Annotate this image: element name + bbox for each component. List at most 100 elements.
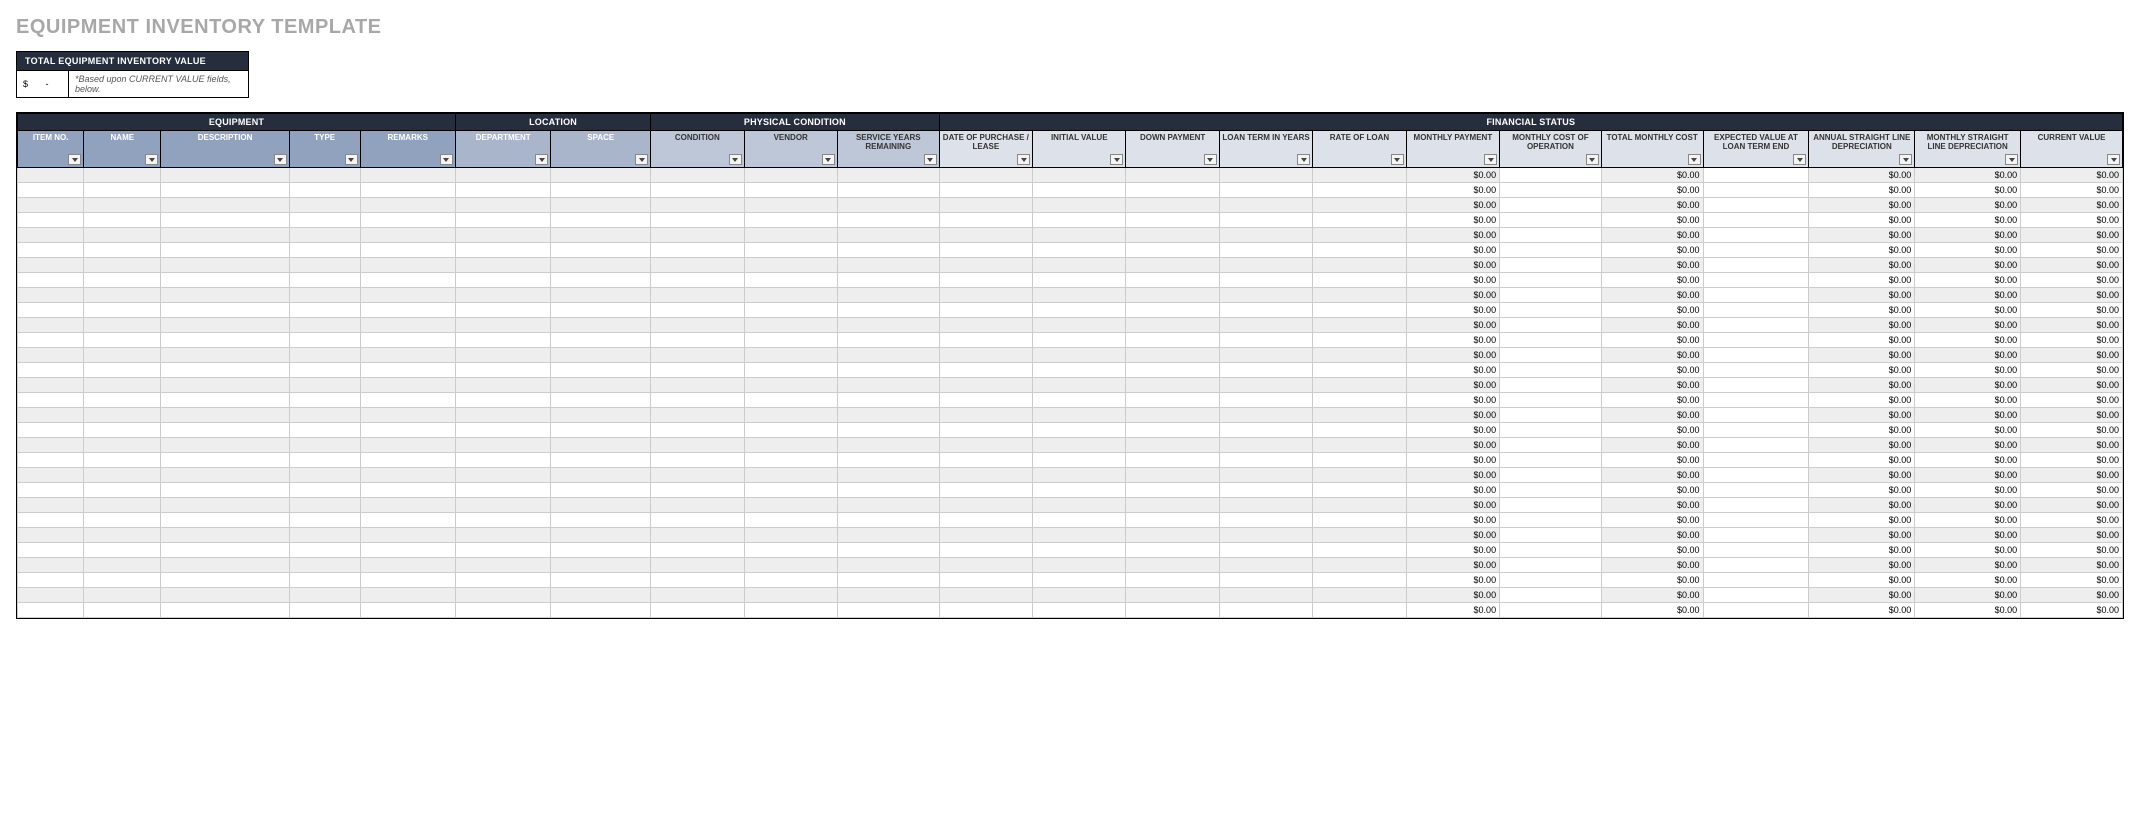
cell-annual-sl-dep[interactable]: $0.00 xyxy=(1809,228,1915,243)
filter-dropdown-icon[interactable] xyxy=(1899,154,1912,165)
cell-current-value[interactable]: $0.00 xyxy=(2021,258,2123,273)
data-cell[interactable] xyxy=(18,288,84,303)
filter-dropdown-icon[interactable] xyxy=(1586,154,1599,165)
data-cell[interactable] xyxy=(551,288,651,303)
cell-current-value[interactable]: $0.00 xyxy=(2021,363,2123,378)
data-cell[interactable] xyxy=(18,603,84,618)
data-cell[interactable] xyxy=(360,558,455,573)
filter-dropdown-icon[interactable] xyxy=(440,154,453,165)
cell-current-value[interactable]: $0.00 xyxy=(2021,603,2123,618)
data-cell[interactable] xyxy=(1313,603,1406,618)
summary-value-cell[interactable]: $ - xyxy=(17,71,69,98)
cell-monthly-sl-dep[interactable]: $0.00 xyxy=(1915,438,2021,453)
cell-expected-value[interactable] xyxy=(1703,213,1809,228)
data-cell[interactable] xyxy=(837,603,939,618)
data-cell[interactable] xyxy=(360,348,455,363)
data-cell[interactable] xyxy=(455,603,550,618)
data-cell[interactable] xyxy=(161,543,290,558)
data-cell[interactable] xyxy=(360,543,455,558)
cell-total-monthly-cost[interactable]: $0.00 xyxy=(1601,183,1703,198)
data-cell[interactable] xyxy=(1033,498,1126,513)
data-cell[interactable] xyxy=(84,288,161,303)
data-cell[interactable] xyxy=(1219,348,1312,363)
cell-monthly-sl-dep[interactable]: $0.00 xyxy=(1915,483,2021,498)
data-cell[interactable] xyxy=(651,288,744,303)
data-cell[interactable] xyxy=(360,183,455,198)
data-cell[interactable] xyxy=(744,348,837,363)
data-cell[interactable] xyxy=(1219,558,1312,573)
data-cell[interactable] xyxy=(161,588,290,603)
data-cell[interactable] xyxy=(84,333,161,348)
data-cell[interactable] xyxy=(551,318,651,333)
cell-expected-value[interactable] xyxy=(1703,588,1809,603)
data-cell[interactable] xyxy=(939,543,1032,558)
data-cell[interactable] xyxy=(84,423,161,438)
data-cell[interactable] xyxy=(360,168,455,183)
data-cell[interactable] xyxy=(1219,393,1312,408)
data-cell[interactable] xyxy=(161,498,290,513)
data-cell[interactable] xyxy=(1033,603,1126,618)
cell-current-value[interactable]: $0.00 xyxy=(2021,198,2123,213)
cell-current-value[interactable]: $0.00 xyxy=(2021,438,2123,453)
data-cell[interactable] xyxy=(1126,363,1219,378)
data-cell[interactable] xyxy=(1033,393,1126,408)
filter-dropdown-icon[interactable] xyxy=(68,154,81,165)
data-cell[interactable] xyxy=(744,243,837,258)
cell-monthly-cost-op[interactable] xyxy=(1500,528,1602,543)
cell-monthly-sl-dep[interactable]: $0.00 xyxy=(1915,213,2021,228)
data-cell[interactable] xyxy=(360,258,455,273)
cell-current-value[interactable]: $0.00 xyxy=(2021,513,2123,528)
cell-total-monthly-cost[interactable]: $0.00 xyxy=(1601,423,1703,438)
data-cell[interactable] xyxy=(1219,333,1312,348)
data-cell[interactable] xyxy=(1219,183,1312,198)
cell-monthly-payment[interactable]: $0.00 xyxy=(1406,348,1499,363)
col-rate-loan[interactable]: RATE OF LOAN xyxy=(1313,131,1406,168)
data-cell[interactable] xyxy=(455,408,550,423)
data-cell[interactable] xyxy=(1033,303,1126,318)
cell-annual-sl-dep[interactable]: $0.00 xyxy=(1809,528,1915,543)
data-cell[interactable] xyxy=(837,573,939,588)
data-cell[interactable] xyxy=(18,453,84,468)
cell-monthly-cost-op[interactable] xyxy=(1500,303,1602,318)
data-cell[interactable] xyxy=(161,483,290,498)
cell-monthly-payment[interactable]: $0.00 xyxy=(1406,333,1499,348)
data-cell[interactable] xyxy=(551,183,651,198)
data-cell[interactable] xyxy=(939,498,1032,513)
cell-expected-value[interactable] xyxy=(1703,393,1809,408)
cell-annual-sl-dep[interactable]: $0.00 xyxy=(1809,573,1915,588)
col-expected-value[interactable]: EXPECTED VALUE AT LOAN TERM END xyxy=(1703,131,1809,168)
data-cell[interactable] xyxy=(1126,573,1219,588)
data-cell[interactable] xyxy=(84,543,161,558)
data-cell[interactable] xyxy=(360,198,455,213)
data-cell[interactable] xyxy=(551,333,651,348)
data-cell[interactable] xyxy=(161,468,290,483)
data-cell[interactable] xyxy=(837,363,939,378)
data-cell[interactable] xyxy=(289,513,360,528)
data-cell[interactable] xyxy=(1126,453,1219,468)
data-cell[interactable] xyxy=(1313,273,1406,288)
data-cell[interactable] xyxy=(744,228,837,243)
cell-expected-value[interactable] xyxy=(1703,543,1809,558)
data-cell[interactable] xyxy=(84,378,161,393)
cell-expected-value[interactable] xyxy=(1703,198,1809,213)
data-cell[interactable] xyxy=(161,603,290,618)
data-cell[interactable] xyxy=(744,288,837,303)
data-cell[interactable] xyxy=(551,348,651,363)
col-monthly-sl-dep[interactable]: MONTHLY STRAIGHT LINE DEPRECIATION xyxy=(1915,131,2021,168)
data-cell[interactable] xyxy=(455,168,550,183)
cell-current-value[interactable]: $0.00 xyxy=(2021,423,2123,438)
data-cell[interactable] xyxy=(1126,303,1219,318)
cell-monthly-sl-dep[interactable]: $0.00 xyxy=(1915,408,2021,423)
data-cell[interactable] xyxy=(1219,288,1312,303)
filter-dropdown-icon[interactable] xyxy=(1204,154,1217,165)
cell-expected-value[interactable] xyxy=(1703,468,1809,483)
data-cell[interactable] xyxy=(1126,528,1219,543)
data-cell[interactable] xyxy=(289,183,360,198)
data-cell[interactable] xyxy=(18,543,84,558)
data-cell[interactable] xyxy=(18,318,84,333)
data-cell[interactable] xyxy=(744,513,837,528)
data-cell[interactable] xyxy=(1033,168,1126,183)
data-cell[interactable] xyxy=(939,333,1032,348)
data-cell[interactable] xyxy=(939,198,1032,213)
cell-monthly-payment[interactable]: $0.00 xyxy=(1406,423,1499,438)
